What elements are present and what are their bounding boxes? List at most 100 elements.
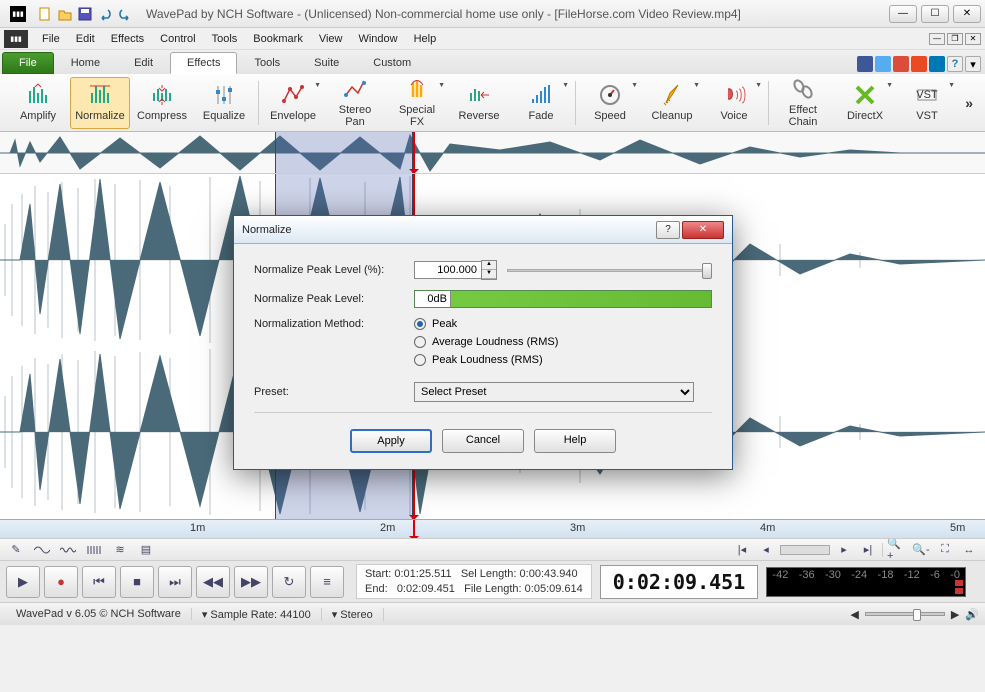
zoom-sel-icon[interactable]: ⛶	[935, 542, 955, 558]
volume-right-icon[interactable]: ▶	[951, 608, 959, 621]
redo-icon[interactable]	[116, 5, 134, 23]
menu-bookmark[interactable]: Bookmark	[245, 31, 311, 47]
tab-tools[interactable]: Tools	[237, 52, 297, 74]
loop-button[interactable]: ↻	[272, 566, 306, 598]
volume-left-icon[interactable]: ◀	[850, 608, 858, 621]
menu-control[interactable]: Control	[152, 31, 203, 47]
waveform-overview[interactable]	[0, 132, 985, 174]
equalize-button[interactable]: Equalize	[194, 77, 254, 129]
menu-edit[interactable]: Edit	[68, 31, 103, 47]
menubar-logo-icon[interactable]: ▮▮▮	[4, 30, 28, 48]
menu-help[interactable]: Help	[406, 31, 445, 47]
dialog-close-button[interactable]: ✕	[682, 221, 724, 239]
mdi-minimize-icon[interactable]: —	[929, 33, 945, 45]
tab-effects[interactable]: Effects	[170, 52, 237, 74]
speed-button[interactable]: ▼Speed	[580, 77, 640, 129]
normalize-button[interactable]: Normalize	[70, 77, 130, 129]
new-file-icon[interactable]	[36, 5, 54, 23]
ribbon-overflow-button[interactable]: »	[961, 91, 977, 115]
menu-file[interactable]: File	[34, 31, 68, 47]
mdi-close-icon[interactable]: ✕	[965, 33, 981, 45]
tab-file[interactable]: File	[2, 52, 54, 74]
peak-db-meter[interactable]: 0dB	[414, 290, 712, 308]
rewind-button[interactable]: ◀◀	[196, 566, 230, 598]
grid-view-icon[interactable]: ▤	[136, 542, 156, 558]
ruler-playhead[interactable]	[413, 520, 415, 539]
volume-slider[interactable]	[865, 612, 945, 616]
scroll-left-icon[interactable]: ◂	[756, 542, 776, 558]
cancel-button[interactable]: Cancel	[442, 429, 524, 453]
scrub-button[interactable]: ≡	[310, 566, 344, 598]
wave-view-icon[interactable]	[32, 542, 52, 558]
play-button[interactable]: ▶	[6, 566, 40, 598]
menu-view[interactable]: View	[311, 31, 351, 47]
zoom-in-icon[interactable]: 🔍+	[887, 542, 907, 558]
peak-pct-input[interactable]	[414, 261, 482, 279]
speaker-icon[interactable]: 🔊	[965, 608, 979, 621]
twitter-icon[interactable]	[875, 56, 891, 72]
tab-suite[interactable]: Suite	[297, 52, 356, 74]
cursor-tool-icon[interactable]: ✎	[6, 542, 26, 558]
spectral-view-icon[interactable]	[84, 542, 104, 558]
freq-view-icon[interactable]: ≋	[110, 542, 130, 558]
overview-selection[interactable]	[275, 132, 413, 173]
special-fx-button[interactable]: ▼Special FX	[387, 77, 447, 129]
ffwd-end-button[interactable]: ⏭	[158, 566, 192, 598]
linkedin-icon[interactable]	[929, 56, 945, 72]
h-scrollbar[interactable]	[780, 545, 830, 555]
method-peak-radio[interactable]: Peak	[414, 318, 558, 330]
stop-button[interactable]: ■	[120, 566, 154, 598]
undo-icon[interactable]	[96, 5, 114, 23]
open-file-icon[interactable]	[56, 5, 74, 23]
rewind-start-button[interactable]: ⏮	[82, 566, 116, 598]
zoom-out-icon[interactable]: 🔍-	[911, 542, 931, 558]
record-button[interactable]: ●	[44, 566, 78, 598]
dialog-help-action-button[interactable]: Help	[534, 429, 616, 453]
scroll-start-icon[interactable]: |◂	[732, 542, 752, 558]
dialog-help-button[interactable]: ?	[656, 221, 680, 239]
menu-tools[interactable]: Tools	[204, 31, 246, 47]
zoom-fit-icon[interactable]: ↔	[959, 542, 979, 558]
help-icon[interactable]: ?	[947, 56, 963, 72]
tab-custom[interactable]: Custom	[356, 52, 428, 74]
save-icon[interactable]	[76, 5, 94, 23]
close-button[interactable]: ✕	[953, 5, 981, 23]
peak-pct-spinner[interactable]: ▲▼	[481, 260, 497, 280]
directx-button[interactable]: ▼DirectX	[835, 77, 895, 129]
facebook-icon[interactable]	[857, 56, 873, 72]
minimize-button[interactable]: —	[889, 5, 917, 23]
tab-edit[interactable]: Edit	[117, 52, 170, 74]
method-avg-rms-radio[interactable]: Average Loudness (RMS)	[414, 336, 558, 348]
mdi-restore-icon[interactable]: ❐	[947, 33, 963, 45]
wave-view2-icon[interactable]	[58, 542, 78, 558]
voice-button[interactable]: ▼Voice	[704, 77, 764, 129]
gplus-icon[interactable]	[893, 56, 909, 72]
tab-home[interactable]: Home	[54, 52, 117, 74]
overview-playhead[interactable]	[413, 132, 415, 173]
reverse-button[interactable]: Reverse	[449, 77, 509, 129]
compress-button[interactable]: Compress	[132, 77, 192, 129]
effect-chain-button[interactable]: Effect Chain	[773, 77, 833, 129]
time-ruler[interactable]: 1m 2m 3m 4m 5m	[0, 519, 985, 539]
amplify-button[interactable]: Amplify	[8, 77, 68, 129]
apply-button[interactable]: Apply	[350, 429, 432, 453]
method-peak-rms-radio[interactable]: Peak Loudness (RMS)	[414, 354, 558, 366]
stumble-icon[interactable]	[911, 56, 927, 72]
scroll-end-icon[interactable]: ▸|	[858, 542, 878, 558]
cleanup-button[interactable]: ▼Cleanup	[642, 77, 702, 129]
dialog-titlebar[interactable]: Normalize ? ✕	[234, 216, 732, 244]
ffwd-button[interactable]: ▶▶	[234, 566, 268, 598]
menu-window[interactable]: Window	[350, 31, 405, 47]
svg-text:VST: VST	[916, 89, 938, 101]
fade-button[interactable]: ▼Fade	[511, 77, 571, 129]
maximize-button[interactable]: ☐	[921, 5, 949, 23]
peak-db-label: Normalize Peak Level:	[254, 293, 414, 305]
scroll-right-icon[interactable]: ▸	[834, 542, 854, 558]
vst-button[interactable]: ▼VSTVST	[897, 77, 957, 129]
menu-effects[interactable]: Effects	[103, 31, 152, 47]
dropdown-icon[interactable]: ▾	[965, 56, 981, 72]
preset-select[interactable]: Select Preset	[414, 382, 694, 402]
peak-pct-slider[interactable]	[507, 261, 712, 279]
envelope-button[interactable]: ▼Envelope	[263, 77, 323, 129]
stereo-pan-button[interactable]: Stereo Pan	[325, 77, 385, 129]
